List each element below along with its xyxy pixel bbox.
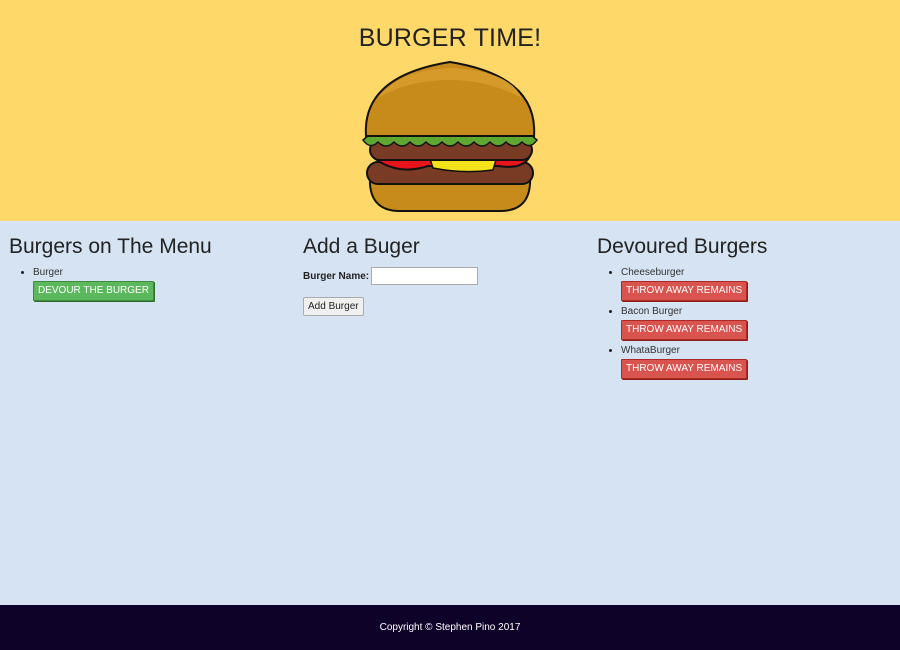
- add-burger-column: Add a Buger Burger Name: Add Burger: [303, 235, 593, 316]
- burger-name: Bacon Burger: [621, 306, 683, 317]
- menu-heading: Burgers on The Menu: [9, 235, 212, 258]
- burger-name: Burger: [33, 267, 64, 278]
- add-burger-button[interactable]: Add Burger: [303, 297, 364, 316]
- copyright-text: Copyright © Stephen Pino 2017: [379, 622, 521, 633]
- devoured-column: Devoured Burgers Cheeseburger THROW AWAY…: [597, 235, 887, 384]
- list-item: Burger DEVOUR THE BURGER: [33, 267, 299, 306]
- burger-name-input[interactable]: [371, 267, 479, 285]
- main-content: Burgers on The Menu Burger DEVOUR THE BU…: [0, 221, 900, 605]
- header: BURGER TIME!: [0, 0, 900, 221]
- menu-column: Burgers on The Menu Burger DEVOUR THE BU…: [9, 235, 299, 306]
- burger-name-label: Burger Name:: [303, 270, 370, 282]
- throw-away-button[interactable]: THROW AWAY REMAINS: [621, 281, 748, 301]
- menu-list: Burger DEVOUR THE BURGER: [9, 267, 299, 306]
- burger-name: Cheeseburger: [621, 267, 685, 278]
- list-item: WhataBurger THROW AWAY REMAINS: [621, 345, 887, 384]
- footer: Copyright © Stephen Pino 2017: [0, 605, 900, 650]
- add-heading: Add a Buger: [303, 235, 420, 258]
- list-item: Bacon Burger THROW AWAY REMAINS: [621, 306, 887, 345]
- devoured-heading: Devoured Burgers: [597, 235, 768, 258]
- list-item: Cheeseburger THROW AWAY REMAINS: [621, 267, 887, 306]
- devoured-list: Cheeseburger THROW AWAY REMAINS Bacon Bu…: [597, 267, 887, 384]
- burger-name-row: Burger Name:: [303, 267, 593, 285]
- hamburger-icon: [361, 60, 539, 212]
- throw-away-button[interactable]: THROW AWAY REMAINS: [621, 320, 748, 340]
- burger-name: WhataBurger: [621, 345, 680, 356]
- page-title: BURGER TIME!: [358, 24, 542, 52]
- throw-away-button[interactable]: THROW AWAY REMAINS: [621, 359, 748, 379]
- devour-button[interactable]: DEVOUR THE BURGER: [33, 281, 154, 301]
